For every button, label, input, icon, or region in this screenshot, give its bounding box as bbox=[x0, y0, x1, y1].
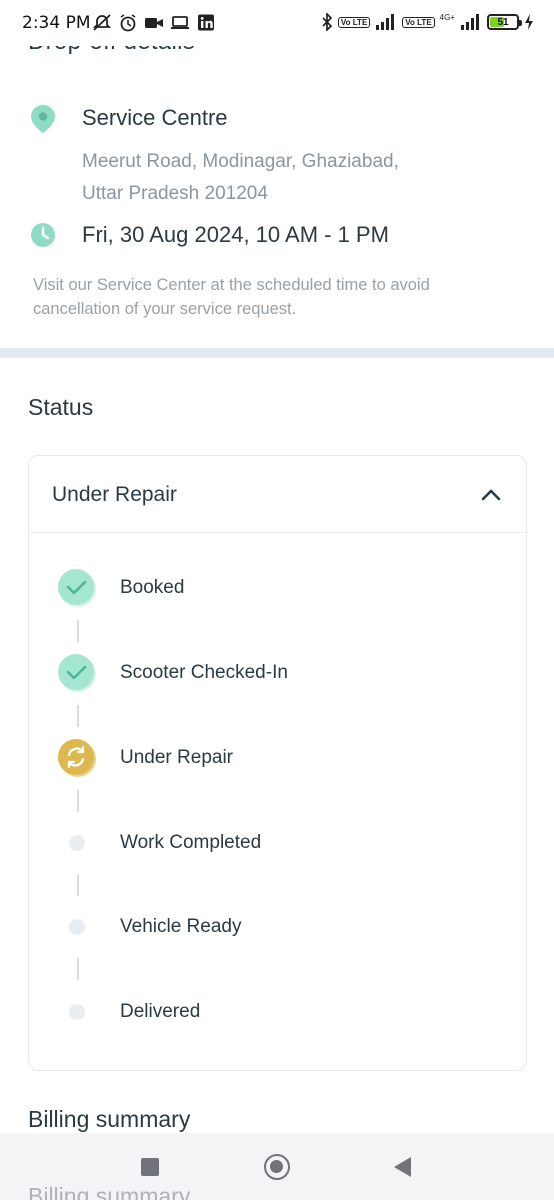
status-time: 2:34 PM bbox=[22, 13, 91, 33]
service-centre-address: Meerut Road, Modinagar, Ghaziabad, Uttar… bbox=[82, 146, 482, 210]
status-step-checked-in: Scooter Checked-In bbox=[29, 653, 526, 693]
system-navigation-bar: Billing summary bbox=[0, 1133, 554, 1200]
network-type: 4G+ bbox=[439, 13, 455, 22]
mute-notification-icon bbox=[92, 14, 112, 31]
address-line-1: Meerut Road, Modinagar, Ghaziabad, bbox=[82, 151, 399, 172]
step-connector bbox=[77, 874, 79, 896]
pending-dot-icon bbox=[69, 919, 85, 935]
signal-icon-2 bbox=[461, 14, 479, 30]
status-bar: 2:34 PM Vo LTE Vo LTE 4G+ 51 bbox=[0, 0, 554, 46]
step-label: Booked bbox=[120, 577, 185, 598]
check-icon bbox=[58, 569, 96, 607]
status-step-under-repair: Under Repair bbox=[29, 738, 526, 778]
status-step-booked: Booked bbox=[29, 568, 526, 608]
video-icon bbox=[145, 18, 163, 28]
address-line-2: Uttar Pradesh 201204 bbox=[82, 183, 268, 204]
status-heading: Status bbox=[28, 394, 94, 420]
step-connector bbox=[77, 958, 79, 980]
status-step-delivered: Delivered bbox=[29, 992, 526, 1032]
pending-dot-icon bbox=[69, 1004, 85, 1020]
laptop-icon bbox=[171, 16, 189, 29]
step-label: Under Repair bbox=[120, 747, 233, 768]
linkedin-icon bbox=[198, 14, 214, 31]
step-label: Scooter Checked-In bbox=[120, 662, 288, 683]
step-label: Work Completed bbox=[120, 832, 262, 853]
status-step-vehicle-ready: Vehicle Ready bbox=[29, 907, 526, 947]
battery-icon: 51 bbox=[487, 14, 522, 30]
refresh-icon bbox=[58, 739, 96, 777]
chevron-up-icon[interactable] bbox=[480, 484, 502, 506]
back-button[interactable] bbox=[394, 1157, 411, 1177]
charging-icon bbox=[525, 14, 533, 30]
pending-dot-icon bbox=[69, 835, 85, 851]
signal-icon bbox=[376, 14, 395, 30]
step-label: Delivered bbox=[120, 1001, 201, 1022]
billing-summary-heading: Billing summary bbox=[28, 1106, 191, 1132]
section-divider bbox=[0, 348, 554, 358]
check-icon bbox=[58, 654, 96, 692]
status-card: Under Repair Booked Scooter Checked-In U… bbox=[28, 455, 527, 1071]
volte-badge: Vo LTE bbox=[337, 16, 371, 28]
recents-button[interactable] bbox=[141, 1158, 159, 1176]
volte-badge-2: Vo LTE bbox=[402, 16, 435, 28]
dropoff-note: Visit our Service Center at the schedule… bbox=[33, 276, 430, 318]
status-card-header[interactable]: Under Repair bbox=[29, 456, 526, 533]
step-label: Vehicle Ready bbox=[120, 916, 242, 937]
home-button[interactable] bbox=[264, 1154, 290, 1180]
notification-icons bbox=[92, 14, 216, 32]
dropoff-datetime: Fri, 30 Aug 2024, 10 AM - 1 PM bbox=[82, 222, 389, 247]
billing-summary-heading-ghost: Billing summary bbox=[28, 1183, 191, 1200]
location-pin-icon bbox=[31, 105, 55, 133]
alarm-icon bbox=[120, 14, 136, 32]
current-status-title: Under Repair bbox=[52, 483, 177, 506]
battery-level: 51 bbox=[497, 16, 509, 28]
step-connector bbox=[77, 705, 79, 727]
service-centre-name: Service Centre bbox=[82, 105, 228, 130]
bluetooth-icon bbox=[322, 13, 333, 31]
step-connector bbox=[77, 620, 79, 642]
status-step-work-completed: Work Completed bbox=[29, 823, 526, 863]
clock-icon bbox=[31, 223, 55, 247]
step-connector bbox=[77, 790, 79, 812]
system-icons: Vo LTE Vo LTE 4G+ 51 bbox=[321, 13, 534, 31]
